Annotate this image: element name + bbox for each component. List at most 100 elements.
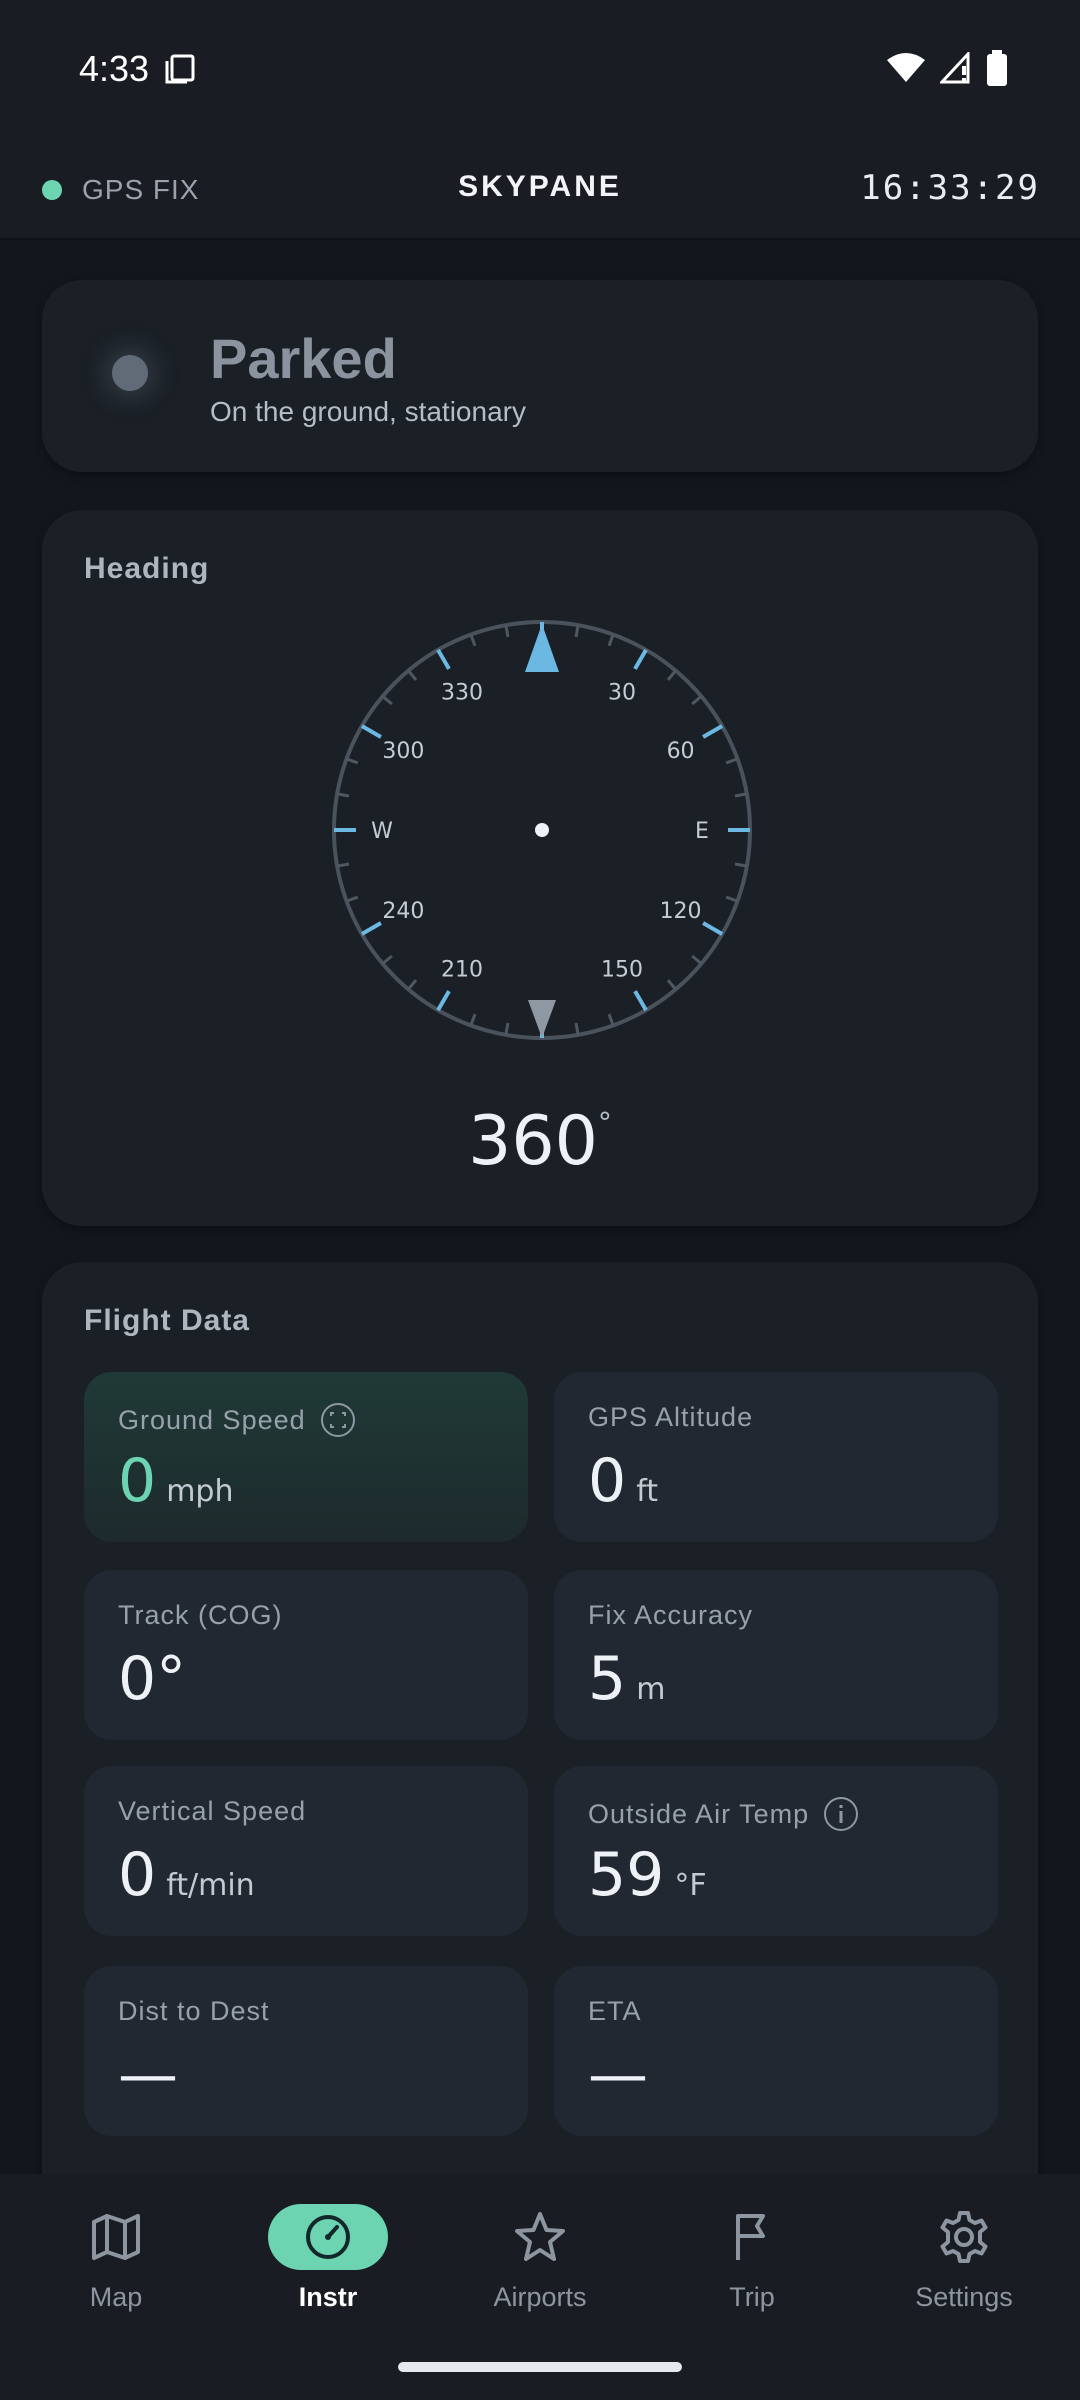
nav-label: Settings — [915, 2282, 1013, 2312]
tile-label: Ground Speed — [118, 1404, 306, 1435]
battery-icon — [987, 50, 1007, 86]
compass-minor-tick — [607, 1013, 615, 1026]
tile-value: 0 — [118, 1840, 157, 1910]
compass-major-tick — [436, 648, 451, 670]
compass-label: W — [371, 819, 393, 844]
tile-value: 0° — [118, 1644, 187, 1714]
compass-label: 30 — [608, 680, 636, 705]
compass-label: E — [695, 819, 709, 844]
compass-major-tick — [360, 921, 382, 936]
tile-unit: ft — [636, 1474, 658, 1509]
south-pointer-icon — [528, 1000, 556, 1038]
flight-data-label: Flight Data — [84, 1304, 250, 1337]
map-icon — [92, 2214, 140, 2260]
nav-label: Instr — [298, 2282, 358, 2312]
compass-minor-tick — [407, 979, 418, 991]
flight-data-card: Flight Data Ground Speed 0 mph GPS Altitu… — [42, 1262, 1038, 2222]
compass-major-tick — [633, 648, 648, 670]
tile-value: 0 — [588, 1446, 627, 1516]
info-icon[interactable] — [823, 1796, 859, 1832]
compass-major-tick — [436, 990, 451, 1012]
flight-status-card: Parked On the ground, stationary — [42, 280, 1038, 472]
north-pointer-icon — [525, 624, 559, 672]
compass-minor-tick — [574, 1022, 580, 1036]
tile-ground-speed[interactable]: Ground Speed 0 mph — [84, 1372, 528, 1542]
compass-major-tick — [702, 724, 724, 739]
gauge-icon — [306, 2215, 350, 2259]
tile-eta[interactable]: ETA — — [554, 1966, 998, 2136]
app-header: GPS FIX SKYPANE 16:33:29 — [0, 136, 1080, 240]
compass-minor-tick — [346, 757, 359, 765]
flight-status-title: Parked — [210, 327, 397, 390]
nav-label: Map — [89, 2282, 143, 2312]
compass-minor-tick — [734, 792, 748, 798]
nav-item-trip[interactable]: Trip — [644, 2204, 860, 2313]
nav-item-map[interactable]: Map — [8, 2204, 224, 2313]
heading-degree: ° — [597, 1106, 612, 1139]
compass-label: 240 — [382, 899, 424, 924]
compass-label: 330 — [441, 680, 483, 705]
expand-icon[interactable] — [320, 1402, 356, 1438]
compass-minor-tick — [574, 624, 580, 638]
compass-minor-tick — [336, 792, 350, 798]
compass-minor-tick — [725, 895, 738, 903]
star-icon — [515, 2212, 565, 2261]
heading-readout: 360° — [42, 1102, 1038, 1181]
flag-icon — [736, 2214, 765, 2260]
compass-minor-tick — [504, 624, 510, 638]
compass-minor-tick — [381, 954, 393, 965]
compass-major-tick — [360, 724, 382, 739]
compass-label: 60 — [667, 739, 695, 764]
tile-label: Outside Air Temp — [588, 1798, 810, 1829]
nav-item-settings[interactable]: Settings — [856, 2204, 1072, 2313]
compass-major-tick — [633, 990, 648, 1012]
tile-label: Vertical Speed — [118, 1796, 307, 1826]
heading-value: 360 — [468, 1102, 598, 1181]
gear-icon — [940, 2211, 988, 2263]
compass-minor-tick — [469, 1013, 477, 1026]
tile-label: Track (COG) — [118, 1600, 283, 1630]
tile-label: Dist to Dest — [118, 1996, 270, 2026]
status-icons — [886, 50, 1008, 86]
tile-fix-accuracy[interactable]: Fix Accuracy 5m — [554, 1570, 998, 1740]
home-indicator — [398, 2362, 682, 2372]
heading-label: Heading — [84, 552, 210, 585]
compass-minor-tick — [691, 954, 703, 965]
tile-unit: m — [636, 1672, 666, 1707]
tile-value: 59 — [588, 1840, 665, 1910]
tile-value: — — [588, 2040, 648, 2110]
nav-item-instr[interactable]: Instr — [220, 2204, 436, 2313]
tile-value: — — [118, 2040, 178, 2110]
notification-icon — [165, 54, 195, 84]
compass-minor-tick — [346, 895, 359, 903]
tile-outside-air-temp[interactable]: Outside Air Temp 59 °F — [554, 1766, 998, 1936]
compass-minor-tick — [725, 757, 738, 765]
heading-card: Heading 330 30 300 60 W E 240 120 210 150 360° — [42, 510, 1038, 1226]
compass-minor-tick — [504, 1022, 510, 1036]
compass-major-tick — [702, 921, 724, 936]
compass-minor-tick — [666, 669, 677, 681]
tile-unit: ft/min — [166, 1868, 255, 1903]
nav-item-airports[interactable]: Airports — [432, 2204, 648, 2313]
compass-label: 300 — [382, 739, 424, 764]
compass-minor-tick — [407, 669, 418, 681]
compass-label: 150 — [601, 958, 643, 983]
wifi-icon — [887, 53, 925, 82]
compass-minor-tick — [336, 862, 350, 868]
tile-track-cog[interactable]: Track (COG) 0° — [84, 1570, 528, 1740]
compass-rose: 330 30 300 60 W E 240 120 210 150 — [332, 620, 752, 1040]
tile-value: 5 — [588, 1644, 627, 1714]
status-indicator-dot — [112, 355, 148, 391]
system-status-bar: 4:33 — [0, 0, 1080, 136]
tile-unit: mph — [166, 1474, 234, 1509]
compass-minor-tick — [381, 695, 393, 706]
tile-unit: °F — [674, 1868, 707, 1903]
utc-clock: 16:33:29 — [860, 168, 1040, 208]
tile-label: GPS Altitude — [588, 1402, 754, 1432]
tile-vertical-speed[interactable]: Vertical Speed 0 ft/min — [84, 1766, 528, 1936]
nav-label: Trip — [729, 2282, 775, 2312]
compass-minor-tick — [691, 695, 703, 706]
tile-dist-to-dest[interactable]: Dist to Dest — — [84, 1966, 528, 2136]
tile-gps-altitude[interactable]: GPS Altitude 0 ft — [554, 1372, 998, 1542]
flight-status-subtitle: On the ground, stationary — [210, 396, 526, 427]
